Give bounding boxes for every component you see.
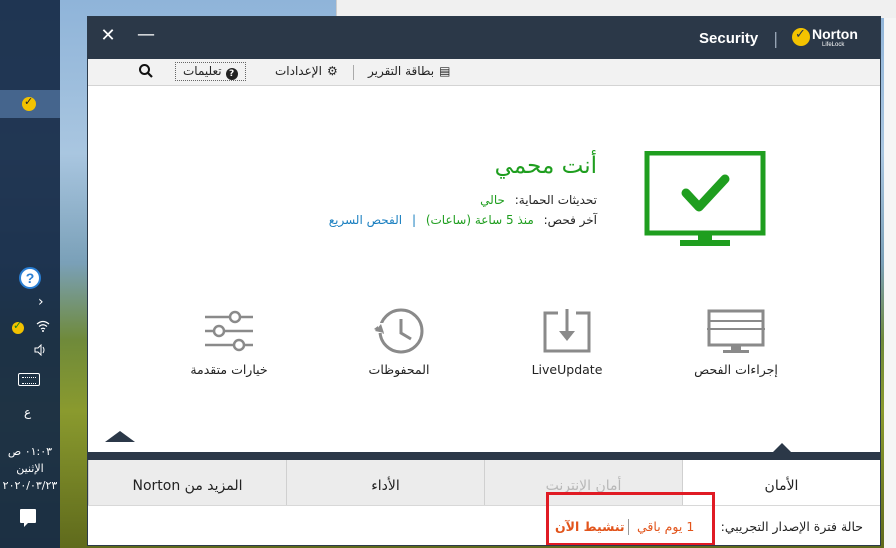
last-scan-divider: | [411,213,416,227]
norton-tray-icon[interactable] [12,319,24,334]
report-icon: ▤ [439,64,451,78]
logo-brand: Norton [812,26,858,42]
trial-status-label: حالة فترة الإصدار التجريبي: [720,519,863,534]
collapse-toggle[interactable] [105,431,135,442]
title-divider: | [773,29,779,48]
tile-label: خيارات متقدمة [190,362,268,377]
sliders-icon [205,310,253,352]
product-title: Security [699,30,759,47]
minimize-button[interactable]: — [137,24,155,45]
language-indicator[interactable]: ع [24,405,31,419]
trial-status-bar: حالة فترة الإصدار التجريبي: 1 يوم باقي ت… [88,492,880,545]
volume-icon[interactable] [34,343,48,360]
chevron-right-icon[interactable]: › [38,294,44,310]
help-button[interactable]: ?تعليمات [175,62,246,81]
close-button[interactable]: ✕ [97,25,119,46]
scan-monitor-icon [707,309,765,353]
last-scan-row: آخر فحص: منذ 5 ساعة (ساعات) | الفحص السر… [329,213,597,227]
last-scan-value: منذ 5 ساعة (ساعات) [425,213,534,227]
updates-label: تحديثات الحماية: [514,193,597,207]
trial-divider [628,519,629,535]
norton-window: ✕ — Security | Norton LifeLock ?تعليمات … [87,16,881,546]
clock[interactable]: ٠١:٠٣ ص الإثنين ٢٠٢٠/٠٣/٢٣ [0,443,60,494]
keyboard-icon[interactable] [18,373,40,386]
tab-divider [88,452,880,460]
background-window-edge [884,18,896,548]
norton-logo: Norton LifeLock [792,25,878,51]
report-label: بطاقة التقرير [368,64,435,78]
tile-label: المحفوظات [368,362,430,377]
history-icon [374,308,424,354]
norton-check-icon [792,27,810,46]
download-icon [543,309,591,353]
notifications-icon[interactable] [20,509,36,527]
report-card-button[interactable]: ▤ بطاقة التقرير [368,62,450,81]
tab-more-norton[interactable]: المزيد من Norton [88,460,286,505]
logo-sub: LifeLock [822,42,845,48]
tile-label: إجراءات الفحص [694,362,778,377]
protected-monitor-icon [644,150,766,247]
clock-date: ٢٠٢٠/٠٣/٢٣ [2,479,58,492]
active-tab-indicator [772,443,792,453]
tab-performance[interactable]: الأداء [286,460,484,505]
tile-scan-actions[interactable]: إجراءات الفحص [681,307,791,377]
tile-liveupdate[interactable]: LiveUpdate [512,307,622,377]
updates-value: حالي [480,193,505,207]
taskbar: ? › ع ٠١:٠٣ ص الإثنين ٢٠٢٠/٠٣/٢٣ [0,0,60,548]
toolbar-divider [353,65,354,80]
last-scan-label: آخر فحص: [543,213,597,227]
tab-bar: الأمان أمان الإنترنت الأداء المزيد من No… [88,460,880,505]
toolbar: ?تعليمات ⚙ الإعدادات ▤ بطاقة التقرير [88,59,880,86]
taskbar-norton-app[interactable] [0,90,60,118]
updates-row: تحديثات الحماية: حالي [480,193,597,207]
norton-app-icon [22,95,36,111]
clock-time: ٠١:٠٣ ص [7,445,53,458]
gear-icon: ⚙ [326,64,338,78]
question-icon: ? [225,68,238,80]
settings-button[interactable]: ⚙ الإعدادات [275,62,338,81]
search-icon[interactable] [138,63,154,79]
trial-days-left: 1 يوم باقي [637,519,695,534]
quick-scan-link[interactable]: الفحص السريع [329,213,402,227]
title-bar: ✕ — Security | Norton LifeLock [88,17,880,59]
tile-label: LiveUpdate [531,362,603,377]
tile-history[interactable]: المحفوظات [344,307,454,377]
settings-label: الإعدادات [275,64,322,78]
activate-now-link[interactable]: تنشيط الآن [555,519,625,534]
wifi-icon[interactable] [36,320,50,336]
help-icon[interactable]: ? [19,267,41,289]
clock-day: الإثنين [16,462,44,475]
status-title: أنت محمي [494,153,597,179]
help-label: تعليمات [183,64,222,78]
tile-advanced-options[interactable]: خيارات متقدمة [174,307,284,377]
